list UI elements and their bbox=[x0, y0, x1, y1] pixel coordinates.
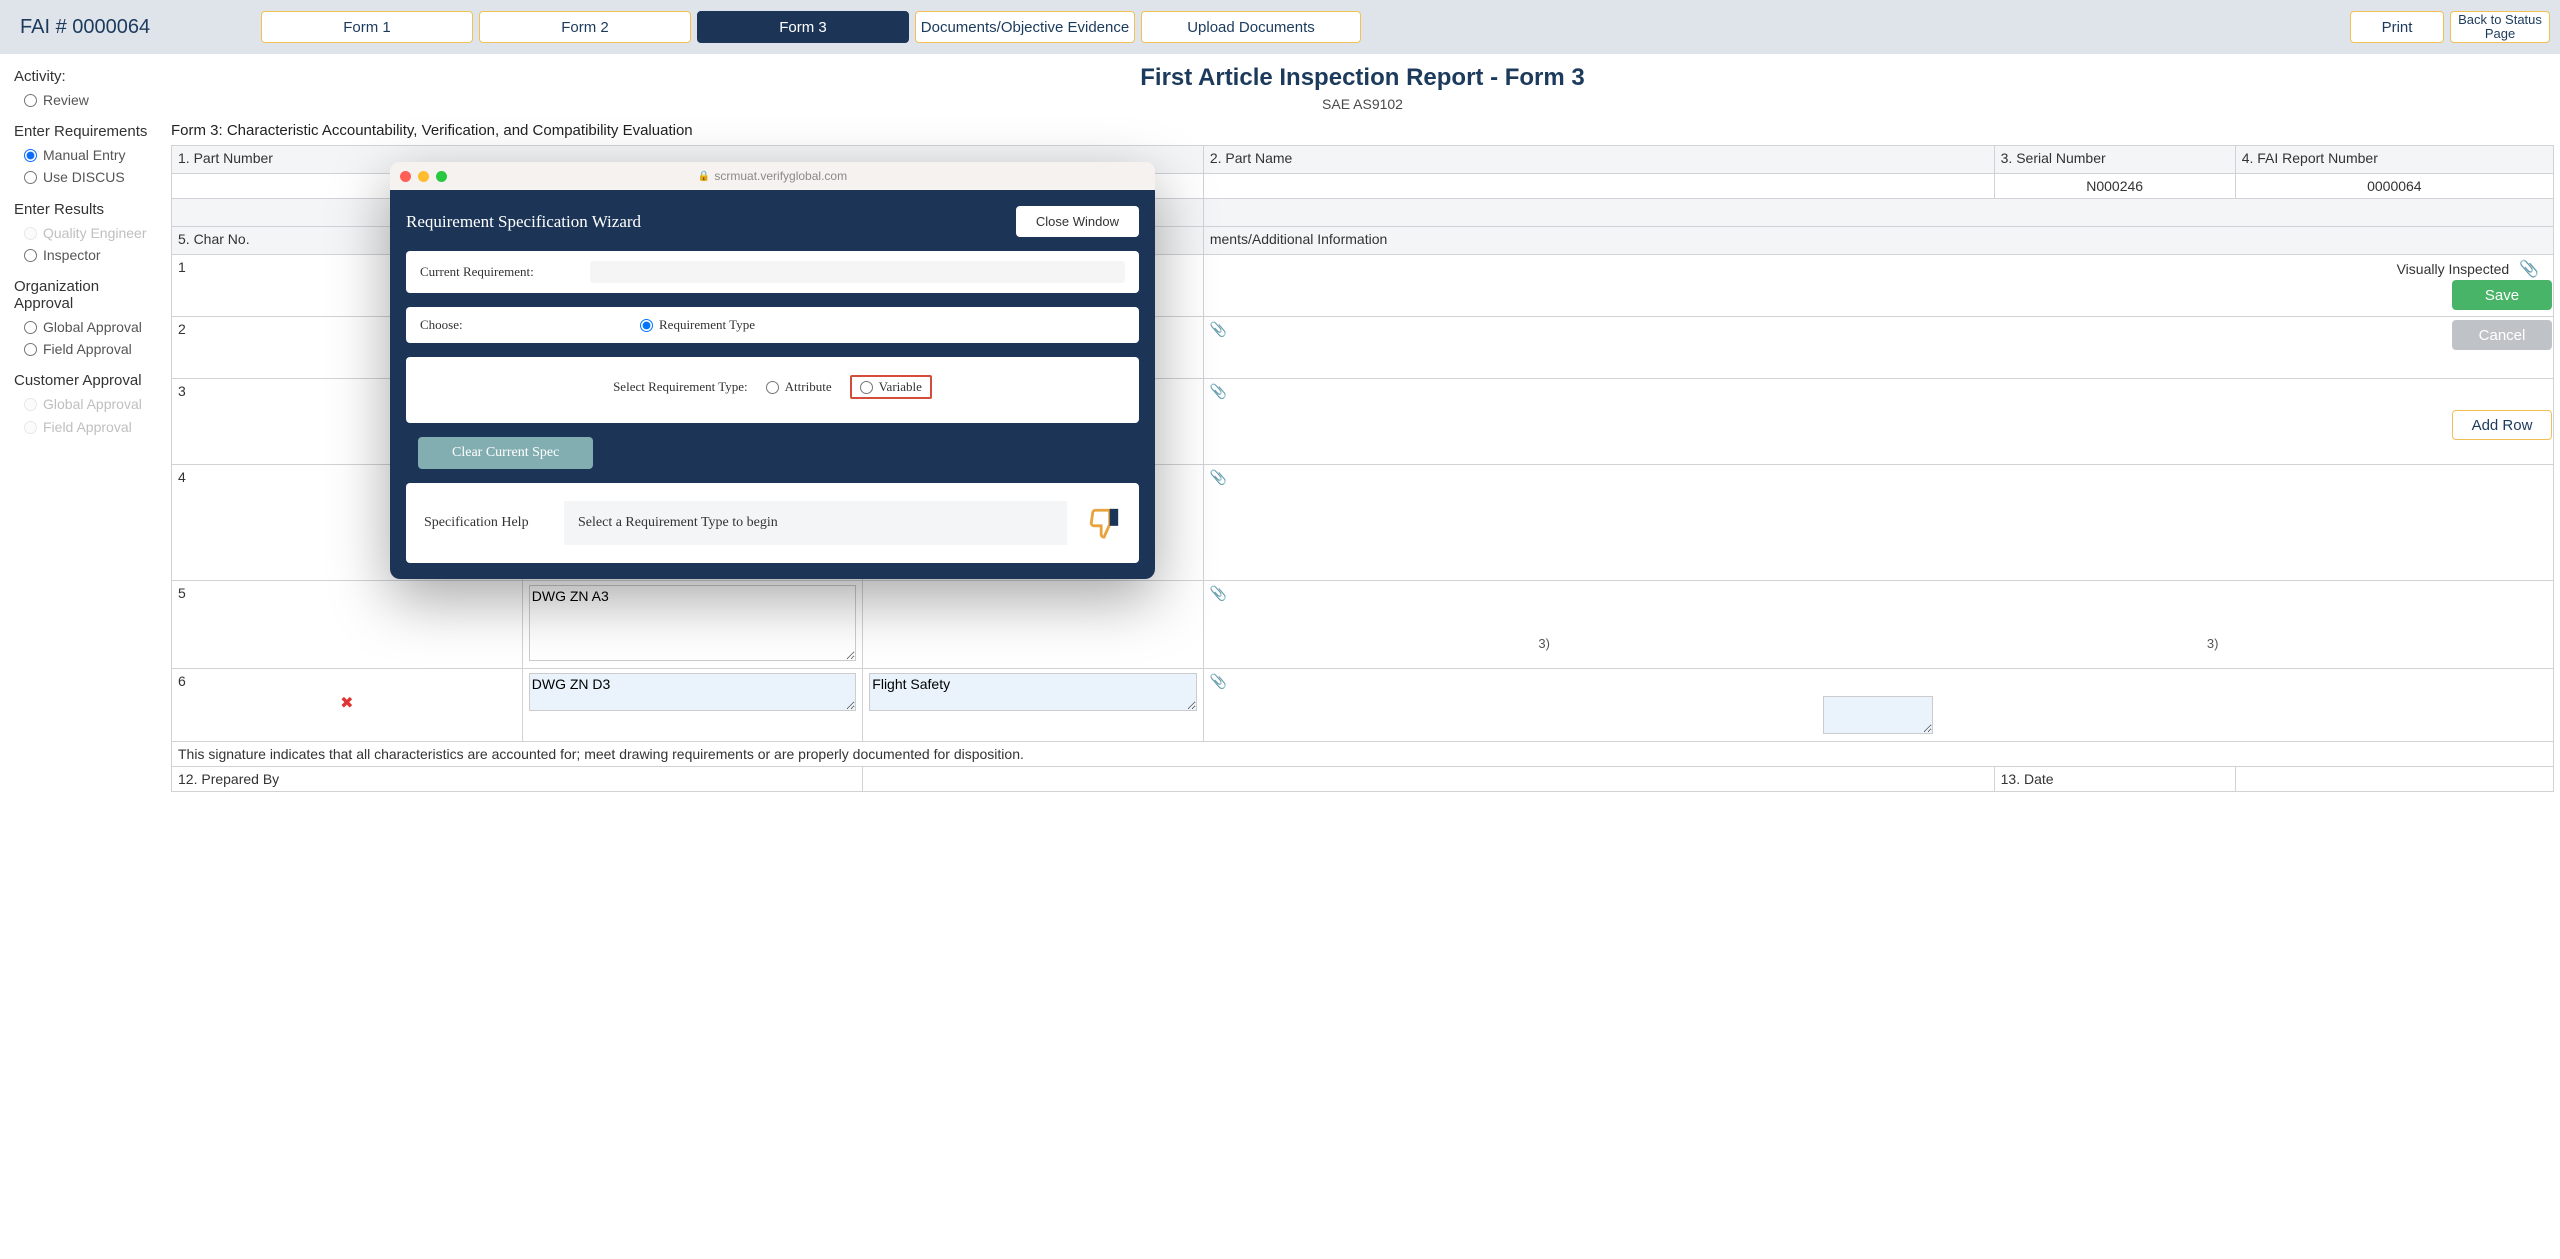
des-input-6[interactable] bbox=[869, 673, 1197, 711]
current-requirement-panel: Current Requirement: bbox=[406, 251, 1139, 293]
thumbs-down-icon[interactable] bbox=[1087, 506, 1121, 540]
delete-row-icon[interactable]: ✖ bbox=[178, 693, 516, 713]
help-panel: Specification Help Select a Requirement … bbox=[406, 483, 1139, 563]
prepared-by-label: 12. Prepared By bbox=[172, 767, 863, 792]
close-window-button[interactable]: Close Window bbox=[1016, 206, 1139, 237]
ref-input-5[interactable] bbox=[529, 585, 857, 661]
sub3-b: 3) bbox=[2207, 636, 2219, 651]
cancel-button[interactable]: Cancel bbox=[2452, 320, 2552, 350]
select-type-panel: Select Requirement Type: Attribute Varia… bbox=[406, 357, 1139, 423]
col-part-name: 2. Part Name bbox=[1203, 146, 1994, 174]
print-button[interactable]: Print bbox=[2350, 11, 2444, 43]
activity-review[interactable]: Review bbox=[14, 89, 153, 111]
col-comments: ments/Additional Information bbox=[1203, 227, 2553, 255]
req-manual[interactable]: Manual Entry bbox=[14, 144, 153, 166]
val-serial: N000246 bbox=[1994, 174, 2235, 199]
paperclip-icon[interactable]: 📎 bbox=[2519, 261, 2539, 278]
cust-global-label: Global Approval bbox=[43, 395, 142, 413]
tab-form1[interactable]: Form 1 bbox=[261, 11, 473, 43]
tab-documents[interactable]: Documents/Objective Evidence bbox=[915, 11, 1135, 43]
org-global[interactable]: Global Approval bbox=[14, 316, 153, 338]
url-bar: 🔒 scrmuat.verifyglobal.com bbox=[698, 169, 847, 183]
fai-id-label: FAI # 0000064 bbox=[10, 16, 255, 39]
req-type-label: Requirement Type bbox=[659, 317, 755, 333]
modal-title: Requirement Specification Wizard bbox=[406, 212, 641, 232]
window-titlebar: 🔒 scrmuat.verifyglobal.com bbox=[390, 162, 1155, 190]
paperclip-icon[interactable]: 📎 bbox=[1210, 585, 1227, 601]
attribute-label: Attribute bbox=[785, 379, 832, 395]
tab-form2[interactable]: Form 2 bbox=[479, 11, 691, 43]
col-serial: 3. Serial Number bbox=[1994, 146, 2235, 174]
action-rail: Save Cancel Add Row bbox=[2452, 280, 2552, 440]
paperclip-icon[interactable]: 📎 bbox=[1210, 673, 1227, 689]
table-row: 5 📎 3) 3) bbox=[172, 581, 2554, 669]
option-variable[interactable]: Variable bbox=[850, 375, 932, 399]
signature-note: This signature indicates that all charac… bbox=[172, 742, 2554, 767]
org-global-label: Global Approval bbox=[43, 318, 142, 336]
comment-1: Visually Inspected bbox=[2397, 261, 2510, 277]
cust-field-label: Field Approval bbox=[43, 418, 132, 436]
sidebar: Activity: Review Enter Requirements Manu… bbox=[6, 64, 161, 792]
select-req-label: Select Requirement Type: bbox=[613, 379, 748, 395]
variable-label: Variable bbox=[879, 379, 922, 395]
ref-input-6[interactable] bbox=[529, 673, 857, 711]
cust-global: Global Approval bbox=[14, 393, 153, 415]
save-button[interactable]: Save bbox=[2452, 280, 2552, 310]
sub3-a: 3) bbox=[1538, 636, 1550, 651]
choose-label: Choose: bbox=[420, 317, 480, 333]
org-field[interactable]: Field Approval bbox=[14, 338, 153, 360]
char-no-6: 6 ✖ bbox=[172, 669, 523, 742]
discus-label: Use DISCUS bbox=[43, 168, 125, 186]
maximize-window-icon[interactable] bbox=[436, 171, 447, 182]
enter-results-heading: Enter Results bbox=[14, 201, 153, 218]
cust-field: Field Approval bbox=[14, 416, 153, 438]
clear-spec-button[interactable]: Clear Current Spec bbox=[418, 437, 593, 469]
lock-icon: 🔒 bbox=[698, 171, 710, 182]
cust-approval-heading: Customer Approval bbox=[14, 372, 153, 389]
tab-form3[interactable]: Form 3 bbox=[697, 11, 909, 43]
choose-panel: Choose: Requirement Type bbox=[406, 307, 1139, 343]
paperclip-icon[interactable]: 📎 bbox=[1210, 469, 1227, 485]
req-discus[interactable]: Use DISCUS bbox=[14, 166, 153, 188]
help-message: Select a Requirement Type to begin bbox=[564, 501, 1067, 545]
tabset: Form 1 Form 2 Form 3 Documents/Objective… bbox=[261, 11, 1361, 43]
val-fai: 0000064 bbox=[2235, 174, 2553, 199]
paperclip-icon[interactable]: 📎 bbox=[1210, 321, 1227, 337]
date-label: 13. Date bbox=[1994, 767, 2235, 792]
current-req-label: Current Requirement: bbox=[420, 264, 580, 280]
inspector-label: Inspector bbox=[43, 246, 101, 264]
add-row-button[interactable]: Add Row bbox=[2452, 410, 2552, 440]
col-fai-report: 4. FAI Report Number bbox=[2235, 146, 2553, 174]
results-inspector[interactable]: Inspector bbox=[14, 244, 153, 266]
table-row: 6 ✖ 📎 bbox=[172, 669, 2554, 742]
manual-label: Manual Entry bbox=[43, 146, 125, 164]
quality-label: Quality Engineer bbox=[43, 224, 147, 242]
back-button[interactable]: Back to Status Page bbox=[2450, 11, 2550, 43]
choose-req-type[interactable]: Requirement Type bbox=[640, 317, 755, 333]
enter-req-heading: Enter Requirements bbox=[14, 123, 153, 140]
activity-heading: Activity: bbox=[14, 68, 153, 85]
wizard-modal: 🔒 scrmuat.verifyglobal.com Requirement S… bbox=[390, 162, 1155, 579]
option-attribute[interactable]: Attribute bbox=[766, 379, 832, 395]
paperclip-icon[interactable]: 📎 bbox=[1210, 383, 1227, 399]
close-window-icon[interactable] bbox=[400, 171, 411, 182]
minimize-window-icon[interactable] bbox=[418, 171, 429, 182]
page-title: First Article Inspection Report - Form 3 bbox=[171, 64, 2554, 92]
org-field-label: Field Approval bbox=[43, 340, 132, 358]
org-approval-heading: Organization Approval bbox=[14, 278, 153, 312]
current-req-value bbox=[590, 261, 1125, 283]
tab-upload[interactable]: Upload Documents bbox=[1141, 11, 1361, 43]
char-no-5: 5 bbox=[172, 581, 523, 669]
page-subtitle: SAE AS9102 bbox=[171, 96, 2554, 112]
review-label: Review bbox=[43, 91, 89, 109]
results-quality: Quality Engineer bbox=[14, 222, 153, 244]
comment-input-6[interactable] bbox=[1823, 696, 1933, 734]
top-bar: FAI # 0000064 Form 1 Form 2 Form 3 Docum… bbox=[0, 0, 2560, 54]
form-description: Form 3: Characteristic Accountability, V… bbox=[171, 122, 2554, 139]
help-label: Specification Help bbox=[424, 515, 544, 531]
